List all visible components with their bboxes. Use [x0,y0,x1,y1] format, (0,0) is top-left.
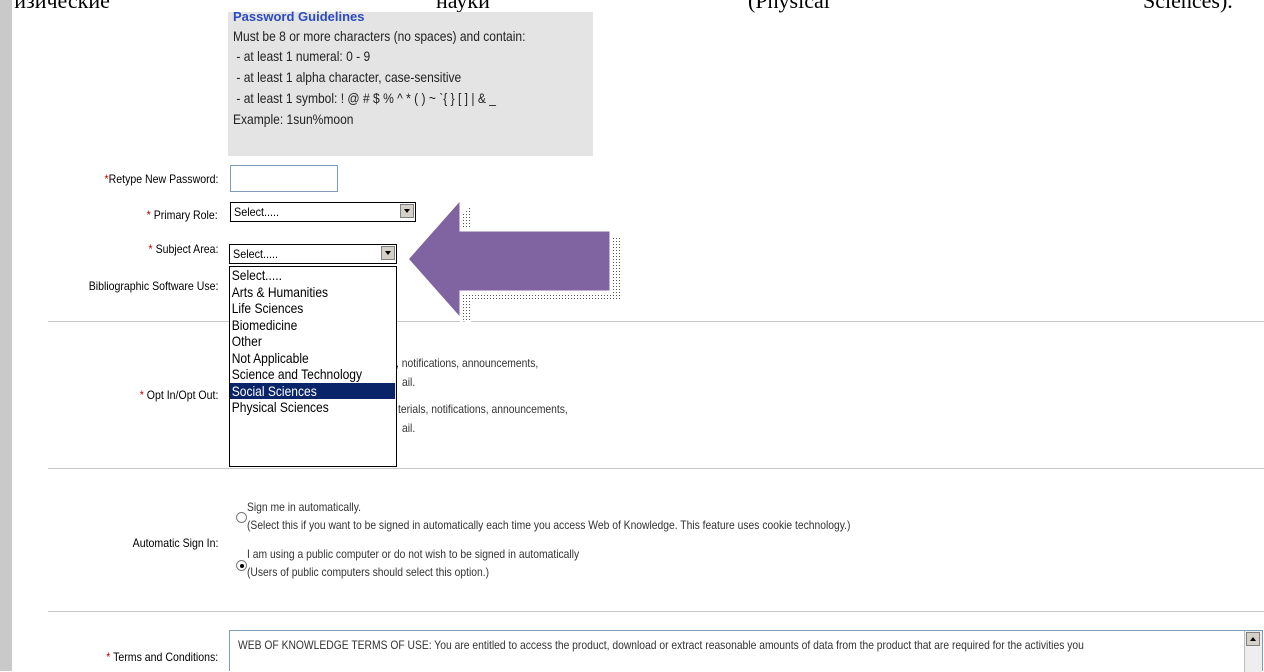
guideline-line: Example: 1sun%moon [233,111,354,127]
terms-text: WEB OF KNOWLEDGE TERMS OF USE: You are e… [238,638,1084,652]
required-asterisk: * [104,172,109,186]
subject-area-value: Select..... [233,247,279,261]
required-asterisk: * [148,242,153,256]
primary-role-select[interactable]: Select..... [230,202,416,222]
required-asterisk: * [139,388,144,402]
opt-in-text-fragment: ail. [402,375,416,389]
dropdown-option[interactable]: Other [230,333,395,350]
subject-area-dropdown-list[interactable]: Select..... Arts & Humanities Life Scien… [229,266,397,467]
chevron-down-icon[interactable] [381,246,395,260]
dropdown-option[interactable]: Biomedicine [230,317,395,334]
dropdown-option[interactable]: Physical Sciences [230,399,395,416]
opt-in-out-label: * Opt In/Opt Out: [139,388,218,402]
automatic-sign-in-label: Automatic Sign In: [132,536,218,550]
caption-word-4: Sciences). [1143,0,1233,13]
section-divider [48,468,1264,469]
opt-out-text-fragment: terials, notifications, announcements, [398,402,568,416]
required-asterisk: * [146,208,152,222]
primary-role-label-text: Primary Role: [154,208,218,222]
bibliographic-software-label: Bibliographic Software Use: [88,279,218,293]
radio-sign-in-automatically[interactable] [236,512,247,523]
retype-password-input[interactable] [230,165,338,192]
caption-word-1: физические [0,0,110,13]
opt-in-text-fragment: , notifications, announcements, [396,356,539,370]
scroll-up-icon[interactable] [1246,632,1260,646]
subject-area-label: * Subject Area: [148,242,218,256]
opt-out-text-fragment: ail. [402,421,416,435]
sign-in-option2-desc: (Users of public computers should select… [247,565,490,579]
terms-label: * Terms and Conditions: [106,650,218,664]
sign-in-option1-desc: (Select this if you want to be signed in… [247,518,851,532]
dropdown-option[interactable]: Select..... [230,267,395,284]
section-divider [48,611,1264,612]
guideline-line: - at least 1 symbol: ! @ # $ % ^ * ( ) ~… [233,90,496,106]
guideline-line: - at least 1 alpha character, case-sensi… [233,69,462,85]
primary-role-value: Select..... [234,205,280,219]
sign-in-option2-title: I am using a public computer or do not w… [247,547,580,561]
dropdown-option[interactable]: Life Sciences [230,300,395,317]
caption-word-3: (Physical [748,0,830,13]
terms-scrollbar[interactable] [1244,631,1262,672]
dropdown-option[interactable]: Not Applicable [230,350,395,367]
retype-password-label: *Retype New Password: [104,172,218,186]
opt-in-out-label-text: Opt In/Opt Out: [146,388,218,402]
guideline-line: Must be 8 or more characters (no spaces)… [233,28,526,44]
subject-area-select[interactable]: Select..... [229,244,397,264]
password-guidelines-box: Password Guidelines Must be 8 or more ch… [228,9,593,156]
guideline-line: - at least 1 numeral: 0 - 9 [233,48,371,64]
subject-area-label-text: Subject Area: [155,242,218,256]
radio-public-computer[interactable] [236,560,247,571]
terms-label-text: Terms and Conditions: [112,650,218,664]
terms-textarea[interactable]: WEB OF KNOWLEDGE TERMS OF USE: You are e… [229,630,1263,672]
primary-role-label: * Primary Role: [147,208,218,222]
dropdown-option[interactable]: Science and Technology [230,366,395,383]
required-asterisk: * [106,650,111,664]
sign-in-option1-title: Sign me in automatically. [247,500,361,514]
left-border-gap [12,0,14,671]
password-guidelines-title: Password Guidelines [233,9,365,24]
pointer-arrow-annotation [405,194,621,322]
dropdown-option-highlighted[interactable]: Social Sciences [230,382,396,399]
dropdown-option[interactable]: Arts & Humanities [230,284,395,301]
retype-password-label-text: Retype New Password: [108,172,218,186]
